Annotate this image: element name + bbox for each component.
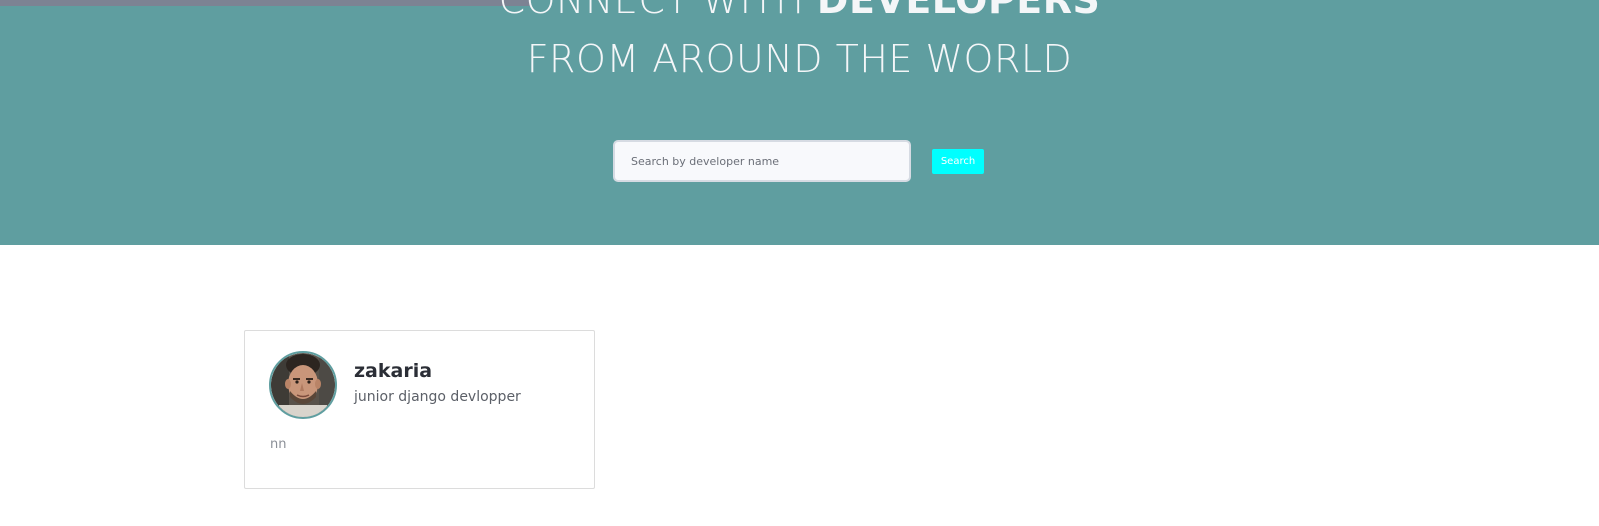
hero-headline-line2: FROM AROUND THE WORLD: [526, 37, 1073, 81]
hero-headline-strong: DEVELOPERS: [816, 0, 1101, 22]
developer-bio: nn: [270, 437, 287, 452]
hero-headline-line1: CONNECT WITH DEVELOPERS: [0, 0, 1599, 22]
avatar: [269, 351, 337, 419]
search-button[interactable]: Search: [932, 149, 984, 174]
page: CONNECT WITH DEVELOPERS FROM AROUND THE …: [0, 0, 1599, 526]
developer-name[interactable]: zakaria: [354, 360, 432, 382]
developer-search-input[interactable]: [613, 140, 911, 182]
profile-photo-icon: [271, 353, 335, 417]
hero-banner: CONNECT WITH DEVELOPERS FROM AROUND THE …: [0, 0, 1599, 245]
hero-headline-prefix: CONNECT WITH: [498, 0, 805, 22]
developer-card[interactable]: zakaria junior django devlopper nn: [244, 330, 595, 489]
developer-title: junior django devlopper: [354, 389, 521, 405]
